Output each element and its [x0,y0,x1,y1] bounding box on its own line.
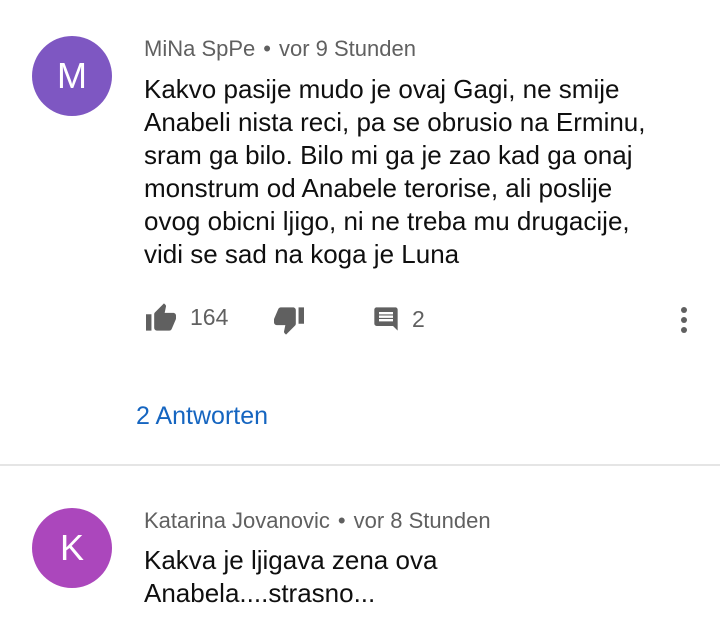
comment-text: Kakva je ljigava zena ova Anabela....str… [144,544,684,610]
view-replies-link[interactable]: 2 Antworten [136,402,268,431]
thumb-up-icon [144,302,178,332]
comment-actions: 164 2 [144,300,704,340]
comment-2: K Katarina Jovanovic • vor 8 Stunden Kakva… [0,466,720,619]
comment-line: sram ga bilo. Bilo mi ga je zao kad ga o… [144,140,633,170]
comment-line: Kakva je ljigava zena ova [144,545,438,575]
more-vert-icon [674,304,694,336]
comment-time: vor 9 Stunden [278,36,416,61]
author-name[interactable]: MiNa SpPe [144,36,255,61]
thumb-down-icon [272,306,306,336]
dislike-button[interactable] [272,306,306,336]
avatar[interactable]: K [32,508,112,588]
comment-line: ovog obicni ljigo, ni ne treba mu drugac… [144,206,630,236]
comment-1: M MiNa SpPe • vor 9 Stunden Kakvo pasije m… [0,0,720,464]
comment-meta: Katarina Jovanovic • vor 8 Stunden [144,508,491,534]
comment-line: Kakvo pasije mudo je ovaj Gagi, ne smije [144,74,620,104]
meta-separator: • [337,508,346,533]
reply-count: 2 [412,305,425,332]
avatar-letter: K [59,527,84,568]
more-options-button[interactable] [674,304,694,336]
comment-line: Anabela....strasno... [144,578,376,608]
author-name[interactable]: Katarina Jovanovic [144,508,330,533]
comment-time: vor 8 Stunden [353,508,491,533]
avatar[interactable]: M [32,36,112,116]
like-count: 164 [190,303,229,330]
comment-line: Anabeli nista reci, pa se obrusio na Erm… [144,107,646,137]
comment-icon [372,304,400,334]
like-button[interactable]: 164 [144,302,228,332]
comment-text: Kakvo pasije mudo je ovaj Gagi, ne smije… [144,73,684,271]
comment-line: vidi se sad na koga je Luna [144,239,460,269]
avatar-letter: M [57,55,87,96]
comment-line: monstrum od Anabele terorise, ali poslij… [144,173,613,203]
meta-separator: • [263,36,271,61]
comment-meta: MiNa SpPe • vor 9 Stunden [144,36,416,62]
reply-button[interactable]: 2 [372,304,425,334]
